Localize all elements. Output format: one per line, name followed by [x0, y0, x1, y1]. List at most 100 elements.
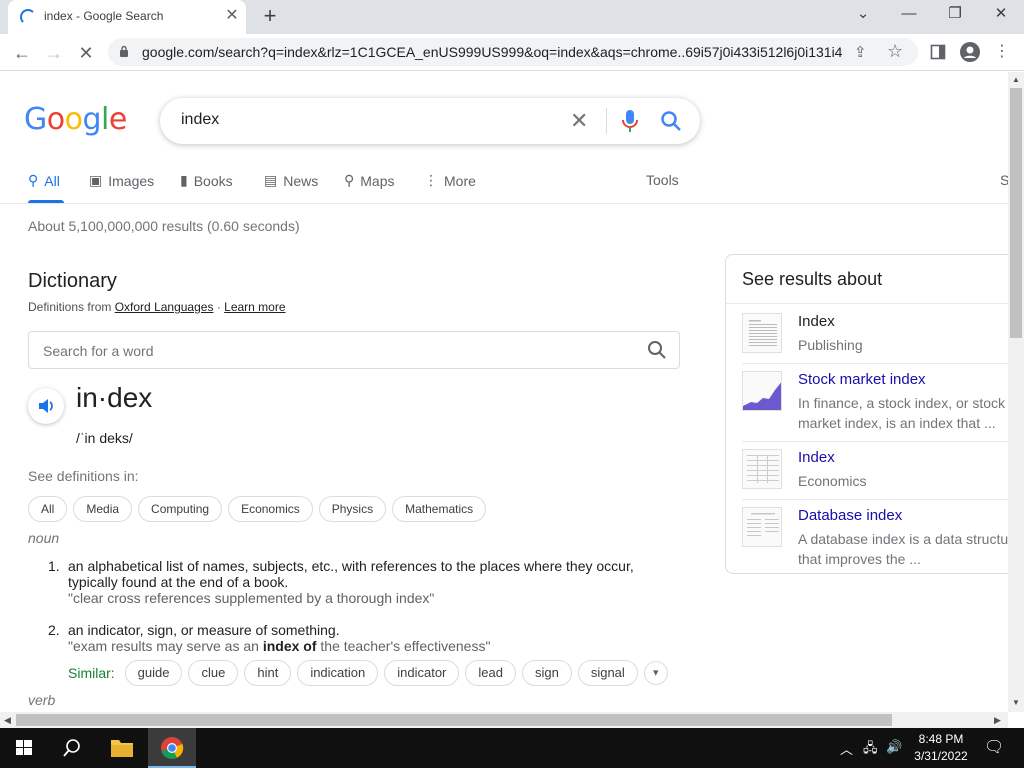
logo-letter: e	[108, 102, 127, 137]
tab-images[interactable]: ▣ Images	[89, 172, 154, 189]
search-taskbar-button[interactable]	[48, 728, 96, 768]
chip-media[interactable]: Media	[73, 496, 133, 522]
vertical-scrollbar[interactable]: ▲ ▼	[1008, 72, 1024, 712]
result-stats: About 5,100,000,000 results (0.60 second…	[28, 218, 300, 234]
safesearch-clipped[interactable]: S	[1000, 172, 1008, 188]
minimize-button[interactable]: —	[886, 0, 932, 30]
address-bar[interactable]: google.com/search?q=index&rlz=1C1GCEA_en…	[108, 38, 918, 66]
tab-search-chevron-icon[interactable]: ⌄	[840, 0, 886, 30]
horizontal-scrollbar[interactable]: ◀ ▶	[0, 712, 1008, 728]
panel-item-name: Index	[798, 449, 835, 466]
similar-chip[interactable]: lead	[465, 660, 516, 686]
tools-button[interactable]: Tools	[646, 172, 679, 188]
logo-letter: g	[82, 102, 102, 137]
browser-tab[interactable]: index - Google Search ✕	[8, 0, 246, 34]
new-tab-button[interactable]: +	[258, 5, 282, 29]
tab-title: index - Google Search	[44, 9, 164, 23]
share-icon[interactable]: ⇪	[854, 43, 867, 61]
chip-all[interactable]: All	[28, 496, 68, 522]
similar-chip[interactable]: clue	[188, 660, 239, 686]
horizontal-scroll-thumb[interactable]	[16, 714, 892, 726]
file-explorer-button[interactable]	[98, 728, 146, 768]
panel-divider	[726, 303, 1008, 304]
chip-economics[interactable]: Economics	[228, 496, 313, 522]
forward-button[interactable]: →	[40, 39, 68, 67]
chip-physics[interactable]: Physics	[318, 496, 387, 522]
scroll-down-arrow-icon[interactable]: ▼	[1012, 698, 1020, 707]
tab-all[interactable]: ⚲ All	[28, 172, 60, 189]
chip-computing[interactable]: Computing	[138, 496, 223, 522]
tray-chevron-icon[interactable]: ︿	[840, 739, 853, 758]
speaker-icon	[39, 399, 53, 413]
close-tab-icon[interactable]: ✕	[222, 6, 242, 26]
definition-text: an alphabetical list of names, subjects,…	[68, 558, 634, 590]
browser-toolbar: ← → ✕ google.com/search?q=index&rlz=1C1G…	[0, 34, 1024, 71]
network-icon[interactable]: 🖧	[863, 739, 878, 761]
close-window-button[interactable]: ✕	[978, 0, 1024, 30]
bookmark-star-icon[interactable]: ☆	[887, 41, 903, 62]
panel-item[interactable]: Index Economics	[742, 449, 1008, 505]
url-text[interactable]: google.com/search?q=index&rlz=1C1GCEA_en…	[142, 44, 842, 60]
search-icon: ⚲	[28, 172, 39, 188]
google-logo[interactable]: Google	[24, 102, 127, 137]
publishing-thumbnail	[742, 313, 782, 353]
chip-mathematics[interactable]: Mathematics	[392, 496, 487, 522]
tab-books[interactable]: ▮ Books	[180, 172, 233, 189]
scroll-up-arrow-icon[interactable]: ▲	[1012, 75, 1020, 84]
tab-more[interactable]: ⋮ More	[424, 172, 476, 189]
definition-category-chips: All Media Computing Economics Physics Ma…	[28, 496, 487, 522]
search-icon[interactable]	[647, 340, 667, 360]
start-button[interactable]	[0, 728, 48, 768]
search-box[interactable]: index ✕	[160, 98, 700, 144]
similar-chip[interactable]: signal	[577, 660, 638, 686]
notifications-icon[interactable]: 🗨	[984, 737, 1004, 757]
similar-chip[interactable]: guide	[124, 660, 183, 686]
search-icon	[63, 739, 80, 757]
word-search-input[interactable]: Search for a word	[28, 331, 680, 369]
panel-item-sub: Economics	[798, 473, 867, 489]
clock[interactable]: 8:48 PM 3/31/2022	[906, 731, 976, 765]
search-icon[interactable]	[660, 110, 682, 132]
search-divider	[606, 108, 607, 134]
profile-avatar-icon[interactable]	[958, 40, 982, 64]
clear-icon[interactable]: ✕	[570, 108, 588, 134]
stop-loading-button[interactable]: ✕	[72, 39, 100, 67]
scroll-left-arrow-icon[interactable]: ◀	[4, 715, 11, 726]
part-of-speech-noun: noun	[28, 530, 60, 546]
chrome-icon	[161, 737, 184, 759]
microphone-icon[interactable]	[622, 109, 638, 133]
panel-item[interactable]: Stock market index In finance, a stock i…	[742, 371, 1008, 431]
search-results-page: Google index ✕ ⚲ All ▣ Images ▮ Books ▤ News…	[0, 72, 1008, 712]
panel-item[interactable]: Database index A database index is a dat…	[742, 507, 1008, 567]
logo-letter: l	[101, 102, 109, 137]
similar-chip[interactable]: sign	[521, 660, 572, 686]
back-button[interactable]: ←	[8, 39, 36, 67]
restore-button[interactable]: ❐	[932, 0, 978, 30]
similar-label: Similar:	[68, 665, 115, 681]
vertical-scroll-thumb[interactable]	[1010, 88, 1022, 338]
chrome-taskbar-button[interactable]	[148, 728, 196, 768]
panel-item[interactable]: Index Publishing	[742, 313, 1008, 369]
menu-kebab-icon[interactable]: ⋮	[990, 40, 1014, 64]
oxford-languages-link[interactable]: Oxford Languages	[115, 300, 214, 314]
see-definitions-label: See definitions in:	[28, 468, 139, 484]
folder-icon	[111, 740, 133, 757]
pronunciation-button[interactable]	[28, 388, 64, 424]
similar-chip[interactable]: indicator	[384, 660, 460, 686]
learn-more-link[interactable]: Learn more	[224, 300, 285, 314]
panel-item-sub: A database index is a data structure tha…	[798, 531, 1008, 567]
database-thumbnail	[742, 507, 782, 547]
expand-similar-chevron-icon[interactable]: ▾	[643, 661, 668, 685]
scroll-right-arrow-icon[interactable]: ▶	[994, 715, 1001, 726]
panel-divider	[742, 441, 1008, 442]
logo-letter: G	[24, 102, 47, 137]
similar-chip[interactable]: indication	[297, 660, 379, 686]
panel-item-sub: Publishing	[798, 337, 863, 353]
volume-icon[interactable]: 🔊	[886, 739, 902, 755]
clock-time: 8:48 PM	[918, 732, 964, 746]
tab-news[interactable]: ▤ News	[264, 172, 318, 189]
tab-maps[interactable]: ⚲ Maps	[344, 172, 395, 189]
side-panel-icon[interactable]	[926, 40, 950, 64]
similar-chip[interactable]: hint	[244, 660, 292, 686]
search-input[interactable]: index	[181, 111, 219, 129]
